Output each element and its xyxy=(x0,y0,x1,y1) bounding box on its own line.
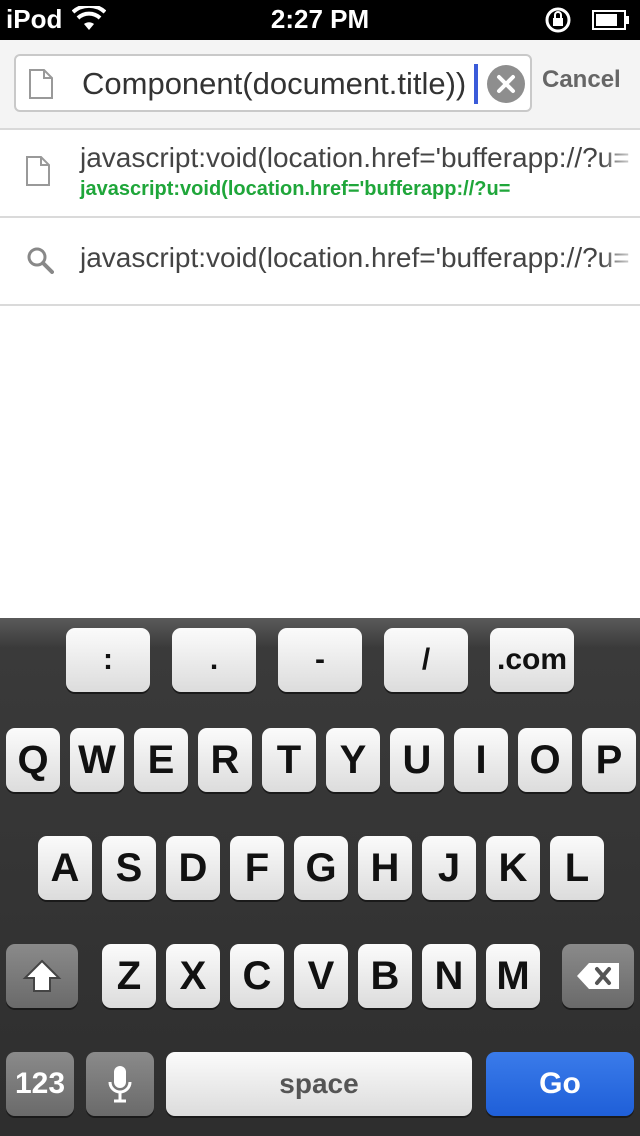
search-header: Component(document.title)) Cancel xyxy=(0,40,640,130)
key-c[interactable]: C xyxy=(230,944,284,1008)
keyboard: : . - / .com Q W E R T Y U I O P A S D F… xyxy=(0,618,640,1136)
cancel-button[interactable]: Cancel xyxy=(542,66,621,94)
key-t[interactable]: T xyxy=(262,728,316,792)
suggestion-item[interactable]: javascript:void(location.href='bufferapp… xyxy=(0,130,640,218)
key-u[interactable]: U xyxy=(390,728,444,792)
key-a[interactable]: A xyxy=(38,836,92,900)
key-h[interactable]: H xyxy=(358,836,412,900)
suggestion-title: javascript:void(location.href='bufferapp… xyxy=(80,242,630,273)
go-key[interactable]: Go xyxy=(486,1052,634,1116)
key-m[interactable]: M xyxy=(486,944,540,1008)
rotation-lock-icon xyxy=(545,7,571,33)
status-bar: iPod 2:27 PM xyxy=(0,0,640,40)
numbers-key[interactable]: 123 xyxy=(6,1052,74,1116)
omnibox[interactable]: Component(document.title)) xyxy=(14,54,532,112)
url-input[interactable]: Component(document.title)) xyxy=(82,62,474,106)
suggestion-url: javascript:void(location.href='bufferapp… xyxy=(80,178,511,200)
text-caret xyxy=(474,64,478,104)
key-i[interactable]: I xyxy=(454,728,508,792)
battery-icon xyxy=(592,10,629,30)
key-d[interactable]: D xyxy=(166,836,220,900)
key-y[interactable]: Y xyxy=(326,728,380,792)
key-v[interactable]: V xyxy=(294,944,348,1008)
key-f[interactable]: F xyxy=(230,836,284,900)
clear-icon[interactable] xyxy=(487,65,525,103)
key-l[interactable]: L xyxy=(550,836,604,900)
space-key[interactable]: space xyxy=(166,1052,472,1116)
page-icon xyxy=(26,156,50,186)
url-text: Component(document.title)) xyxy=(82,66,467,101)
key-period[interactable]: . xyxy=(172,628,256,692)
key-w[interactable]: W xyxy=(70,728,124,792)
search-icon xyxy=(27,247,54,274)
key-r[interactable]: R xyxy=(198,728,252,792)
backspace-icon xyxy=(577,963,619,989)
key-slash[interactable]: / xyxy=(384,628,468,692)
key-dash[interactable]: - xyxy=(278,628,362,692)
key-s[interactable]: S xyxy=(102,836,156,900)
microphone-icon xyxy=(108,1066,132,1103)
key-b[interactable]: B xyxy=(358,944,412,1008)
delete-key[interactable] xyxy=(562,944,634,1008)
key-z[interactable]: Z xyxy=(102,944,156,1008)
key-e[interactable]: E xyxy=(134,728,188,792)
dictation-key[interactable] xyxy=(86,1052,154,1116)
page-icon xyxy=(29,69,53,99)
key-g[interactable]: G xyxy=(294,836,348,900)
suggestion-item[interactable]: javascript:void(location.href='bufferapp… xyxy=(0,218,640,306)
shift-key[interactable] xyxy=(6,944,78,1008)
key-dotcom[interactable]: .com xyxy=(490,628,574,692)
suggestion-title: javascript:void(location.href='bufferapp… xyxy=(80,142,630,173)
key-q[interactable]: Q xyxy=(6,728,60,792)
key-n[interactable]: N xyxy=(422,944,476,1008)
key-k[interactable]: K xyxy=(486,836,540,900)
key-o[interactable]: O xyxy=(518,728,572,792)
key-p[interactable]: P xyxy=(582,728,636,792)
shift-icon xyxy=(22,959,62,992)
key-j[interactable]: J xyxy=(422,836,476,900)
key-x[interactable]: X xyxy=(166,944,220,1008)
key-colon[interactable]: : xyxy=(66,628,150,692)
